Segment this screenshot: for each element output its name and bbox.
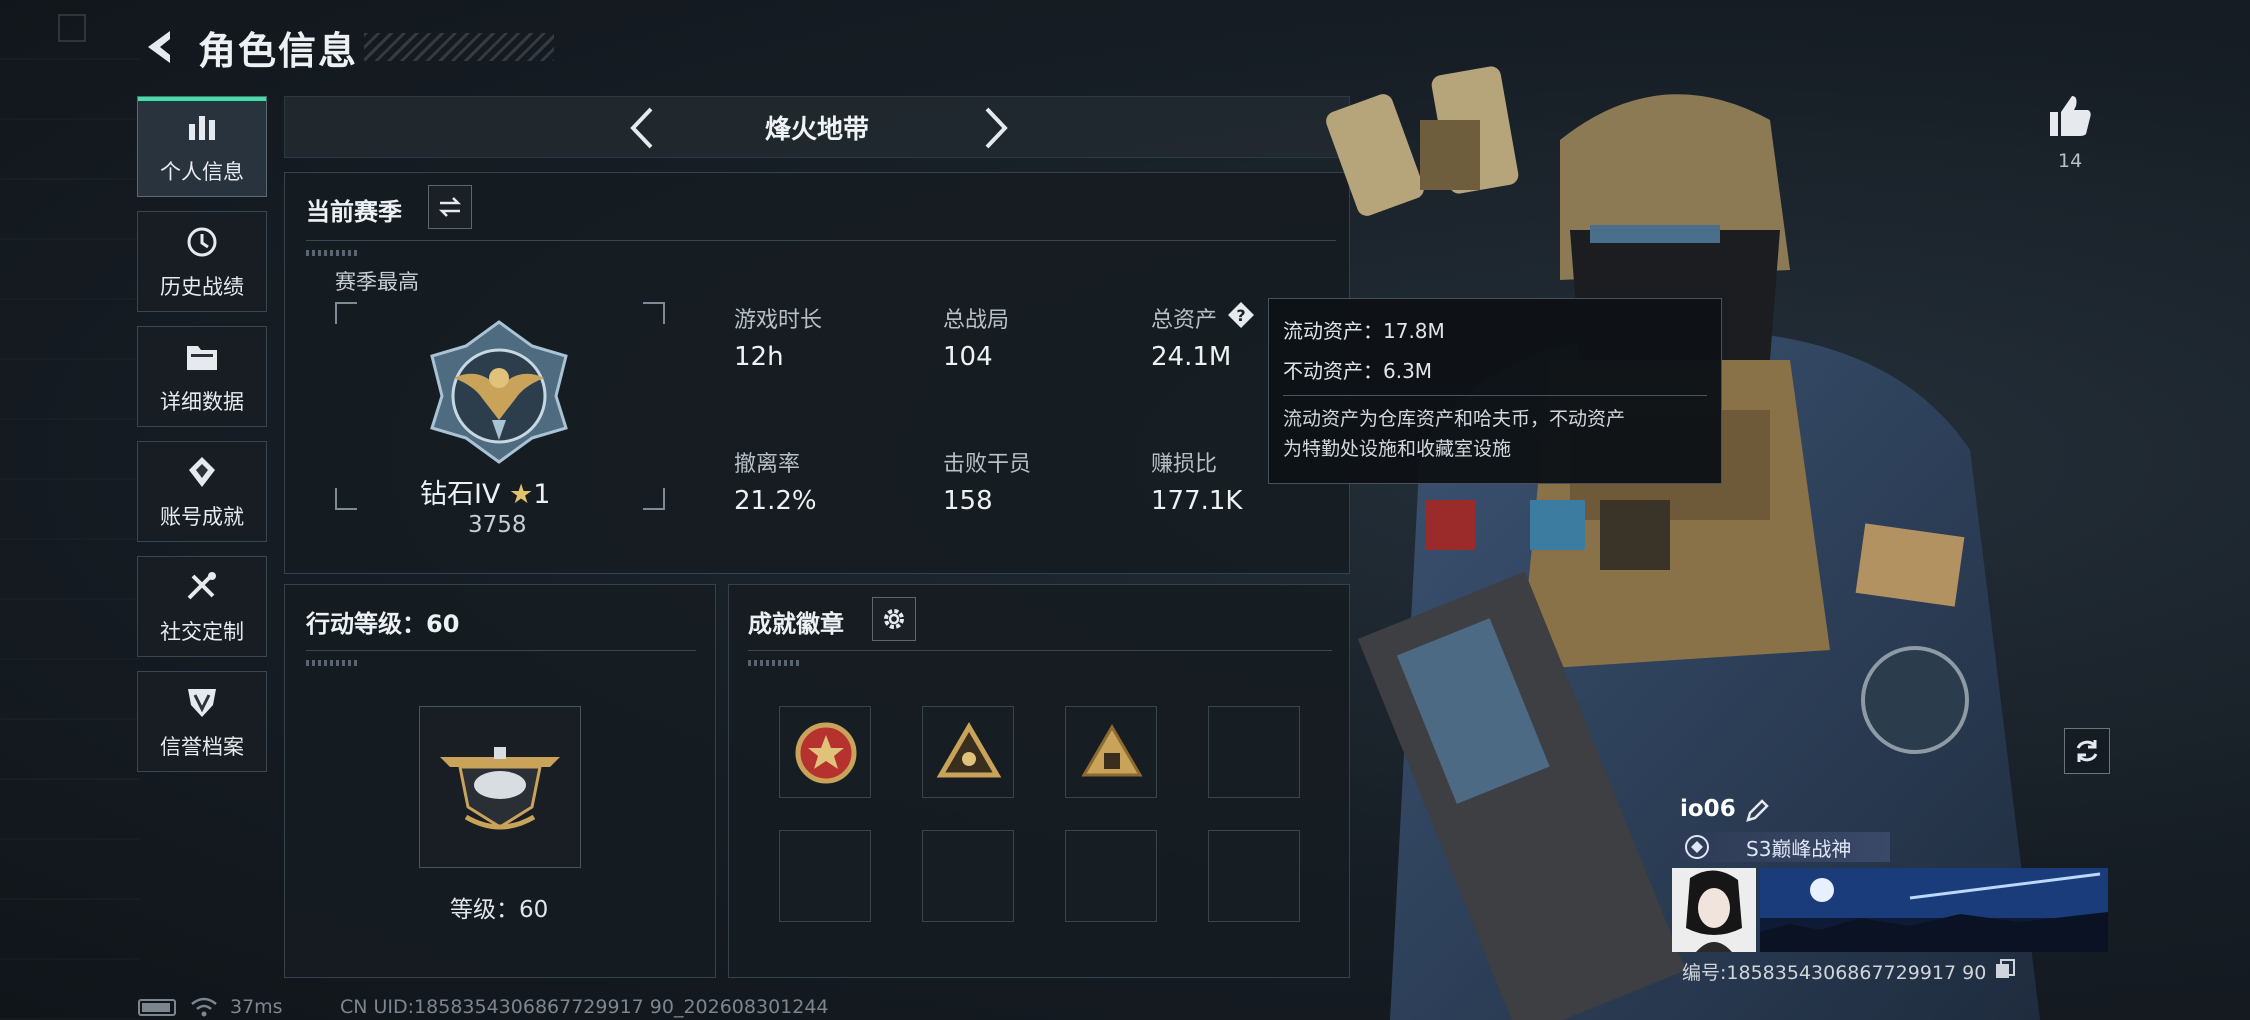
sidebar-item-personal-info[interactable]: 个人信息 (137, 96, 267, 197)
svg-text:?: ? (1236, 306, 1245, 325)
bar-chart-icon (189, 115, 215, 140)
page-title: 角色信息 (198, 28, 359, 73)
badge-slot-empty[interactable] (779, 830, 871, 922)
battery-icon (138, 998, 176, 1016)
stat-label-total-assets: 总资产 (1151, 308, 1218, 333)
achievements-title: 成就徽章 (748, 610, 844, 638)
sidebar-item-label: 个人信息 (160, 159, 244, 184)
level-emblem-icon (440, 747, 560, 830)
sidebar: 个人信息 历史战绩 详细数据 账号成就 社交定制 信誉档案 (137, 96, 267, 786)
assets-tooltip: 流动资产：17.8M 不动资产：6.3M 流动资产为仓库资产和哈夫币，不动资产 … (1268, 298, 1722, 484)
edit-icon[interactable] (1744, 798, 1770, 824)
stat-value-extract-rate: 21.2% (734, 486, 817, 516)
uid-text: CN UID:1858354306867729917 90_2026083012… (340, 996, 829, 1018)
level-emblem (419, 706, 581, 868)
sidebar-item-label: 详细数据 (160, 389, 244, 414)
stat-label-profit-loss: 赚损比 (1151, 452, 1218, 477)
badge-slot-empty[interactable] (922, 830, 1014, 922)
badge-slot[interactable] (779, 706, 871, 798)
switch-season-button[interactable] (428, 185, 472, 229)
like-count: 14 (2058, 150, 2083, 172)
tooltip-liquid-assets: 流动资产：17.8M (1283, 319, 1445, 343)
ping-value: 37ms (230, 996, 283, 1018)
help-icon[interactable]: ? (1226, 300, 1256, 330)
rank-score: 3758 (468, 512, 527, 538)
mode-title: 烽火地带 (764, 114, 869, 145)
avatar-image (1672, 868, 1756, 952)
divider-stripes (306, 660, 360, 666)
mode-selector: 烽火地带 (284, 96, 1350, 158)
divider-stripes (748, 660, 802, 666)
divider (306, 650, 696, 651)
title-stripes (364, 33, 555, 61)
sidebar-item-history[interactable]: 历史战绩 (137, 211, 267, 312)
background-lines (0, 0, 140, 1020)
sidebar-item-achievements[interactable]: 账号成就 (137, 441, 267, 542)
stat-value-total-games: 104 (943, 342, 993, 372)
divider (748, 650, 1332, 651)
folder-icon (187, 345, 217, 370)
triangle-eye-badge-icon (936, 722, 1002, 778)
tooltip-fixed-assets: 不动资产：6.3M (1283, 359, 1433, 383)
back-arrow-icon[interactable] (140, 27, 180, 67)
tools-icon (187, 571, 216, 599)
stat-label-playtime: 游戏时长 (734, 308, 823, 333)
level-text: 等级：60 (450, 897, 549, 923)
tooltip-divider (1283, 395, 1707, 396)
sidebar-item-label: 账号成就 (160, 504, 244, 529)
sidebar-item-label: 历史战绩 (160, 274, 244, 299)
copy-icon[interactable] (1994, 958, 2016, 980)
swap-icon (438, 197, 462, 217)
season-best-label: 赛季最高 (335, 270, 419, 294)
tooltip-description-2: 为特勤处设施和收藏室设施 (1283, 438, 1512, 460)
header: 角色信息 (140, 22, 555, 73)
reputation-icon (188, 688, 216, 717)
sidebar-item-reputation[interactable]: 信誉档案 (137, 671, 267, 772)
stat-value-kills: 158 (943, 486, 993, 516)
corner-decoration (58, 14, 86, 42)
stat-value-total-assets: 24.1M (1151, 342, 1232, 372)
sidebar-item-social[interactable]: 社交定制 (137, 556, 267, 657)
player-name: io06 (1680, 796, 1736, 822)
divider-stripes (306, 250, 360, 256)
player-id: 编号:1858354306867729917 90 (1682, 962, 1987, 984)
achievement-icon (189, 456, 215, 487)
action-level-title: 行动等级：60 (306, 610, 460, 638)
prev-mode-arrow-icon[interactable] (625, 103, 659, 153)
stat-label-kills: 击败干员 (943, 452, 1032, 477)
stat-value-playtime: 12h (734, 342, 784, 372)
wifi-icon (191, 997, 217, 1017)
refresh-icon (2076, 740, 2098, 762)
stat-value-profit-loss: 177.1K (1151, 486, 1243, 516)
diamond-rank-emblem-icon (430, 320, 568, 464)
pyramid-badge-icon (1081, 724, 1143, 777)
divider (306, 240, 1336, 241)
badge-slot[interactable] (922, 706, 1014, 798)
season-title: 当前赛季 (306, 198, 402, 226)
achievement-settings-button[interactable] (872, 597, 916, 641)
history-icon (187, 227, 217, 256)
stat-label-total-games: 总战局 (943, 308, 1010, 333)
sidebar-item-label: 信誉档案 (160, 734, 244, 759)
rotate-view-button[interactable] (2064, 728, 2110, 774)
tooltip-description-1: 流动资产为仓库资产和哈夫币，不动资产 (1283, 408, 1626, 430)
avatar[interactable] (1672, 868, 1756, 952)
badge-slot-empty[interactable] (1065, 830, 1157, 922)
title-emblem-icon (1685, 835, 1709, 859)
gear-icon (884, 609, 904, 629)
stat-label-extract-rate: 撤离率 (734, 452, 801, 477)
star-medal-badge-icon (795, 722, 857, 784)
player-title: S3巅峰战神 (1746, 836, 1852, 861)
thumbs-up-icon[interactable] (2046, 92, 2094, 138)
badge-slot[interactable] (1065, 706, 1157, 798)
profile-banner (1760, 868, 2108, 952)
player-title-badge: S3巅峰战神 (1680, 832, 1890, 862)
next-mode-arrow-icon[interactable] (979, 103, 1013, 153)
banner-night-sky-image (1760, 868, 2108, 952)
sidebar-item-label: 社交定制 (160, 619, 244, 644)
rank-name: 钻石IV ★1 (420, 479, 551, 510)
status-bar: 37ms (138, 996, 283, 1018)
sidebar-item-detail-data[interactable]: 详细数据 (137, 326, 267, 427)
